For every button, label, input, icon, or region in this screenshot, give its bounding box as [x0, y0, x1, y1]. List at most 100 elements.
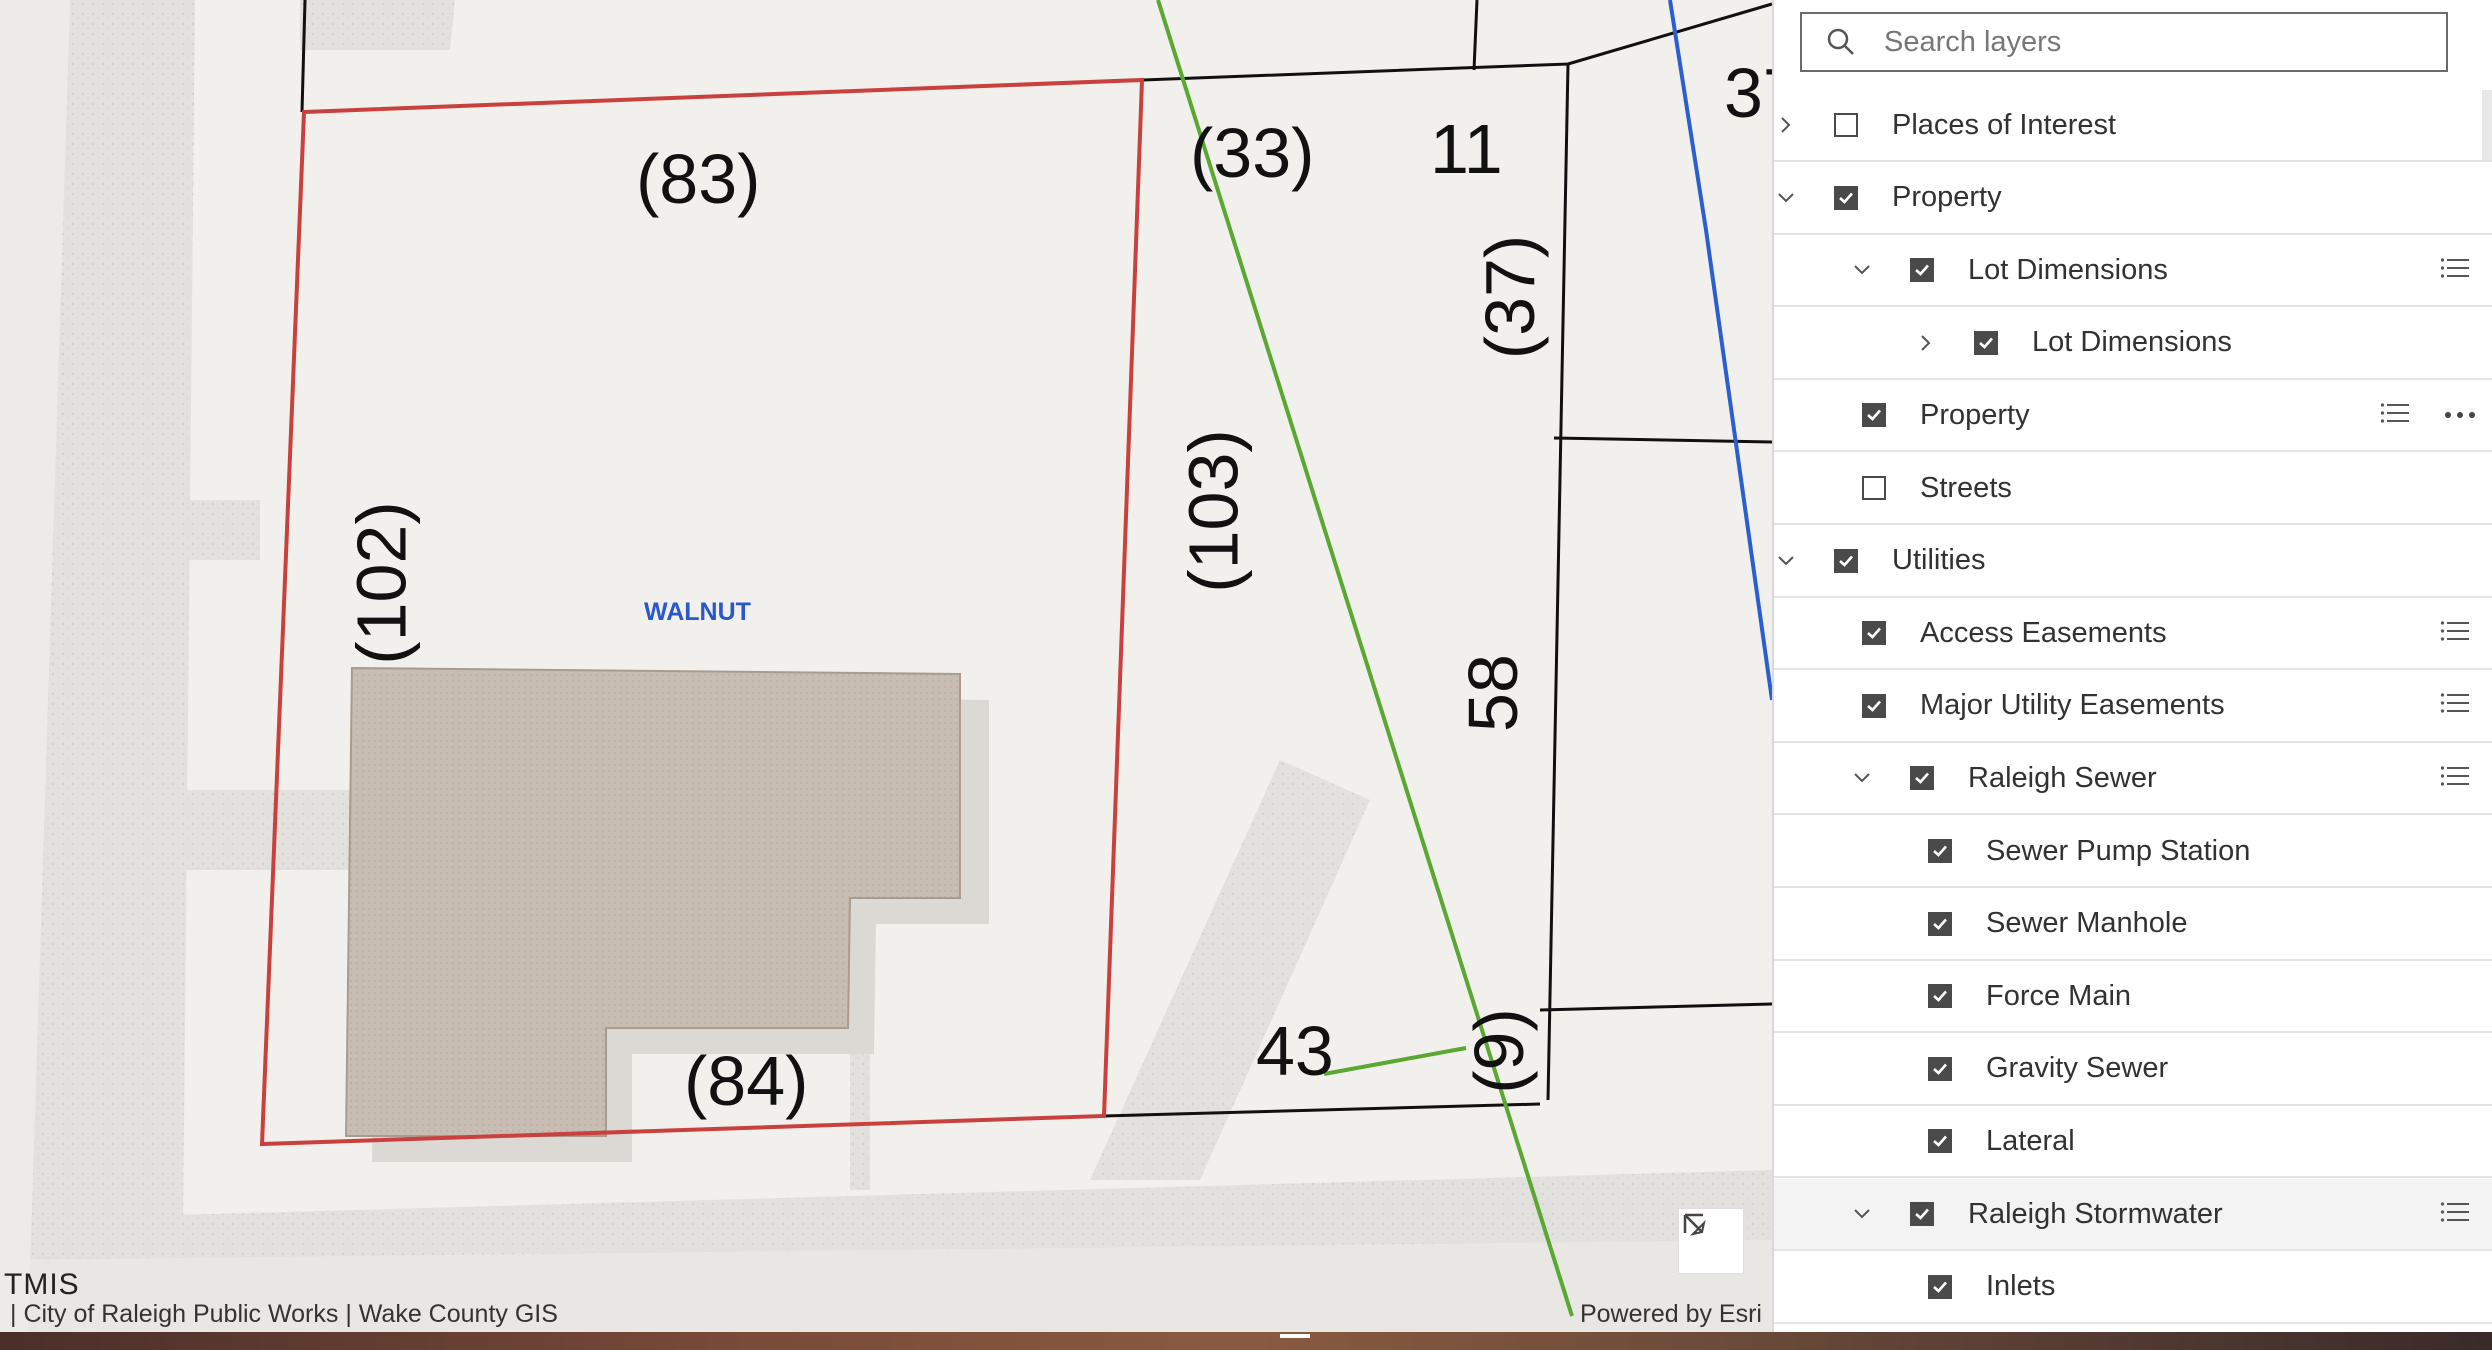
layer-name: Inlets [1986, 1270, 2056, 1303]
layer-row[interactable]: Gravity Sewer [1774, 1034, 2492, 1106]
layer-visibility-checkbox[interactable] [1928, 1274, 1952, 1299]
adjacent-dimension-bottom-right: (9) [1459, 1008, 1538, 1094]
layer-visibility-checkbox[interactable] [1928, 984, 1952, 1009]
chevron-down-icon[interactable] [1850, 1202, 1874, 1226]
check-icon [1915, 773, 1929, 785]
search-input[interactable] [1882, 24, 2406, 60]
layer-row[interactable]: Access Easements [1774, 598, 2492, 671]
layer-name: Major Utility Easements [1920, 689, 2225, 722]
legend-list-icon[interactable] [2440, 256, 2470, 285]
layer-visibility-checkbox[interactable] [1974, 330, 1998, 355]
search-icon [1827, 28, 1854, 55]
lot-dimension-bottom: (84) [684, 1042, 809, 1120]
adjacent-dimension-far-right: 37 [1724, 54, 1772, 132]
bottom-edge-bar [0, 1332, 2492, 1350]
layer-visibility-checkbox[interactable] [1834, 113, 1858, 137]
check-icon [1933, 918, 1947, 930]
layer-name: Utilities [1892, 544, 1986, 577]
layer-row[interactable]: Property [1774, 380, 2492, 453]
layer-row[interactable]: Major Utility Easements [1774, 671, 2492, 743]
check-icon [1933, 845, 1947, 857]
layer-visibility-checkbox[interactable] [1928, 1129, 1952, 1154]
cursor-arrow-icon [1683, 1213, 1706, 1236]
chevron-down-icon[interactable] [1850, 258, 1874, 282]
check-icon [1867, 700, 1881, 712]
layer-visibility-checkbox[interactable] [1862, 693, 1886, 718]
layer-actions [2440, 256, 2470, 285]
layer-visibility-checkbox[interactable] [1862, 403, 1886, 428]
adjacent-dimension-bottom: 43 [1256, 1012, 1334, 1090]
layer-visibility-checkbox[interactable] [1928, 911, 1952, 936]
legend-list-icon[interactable] [2440, 1200, 2470, 1229]
layer-actions [2440, 764, 2470, 793]
layer-visibility-checkbox[interactable] [1834, 548, 1858, 573]
lot-dimension-right: (103) [1174, 429, 1253, 593]
layer-visibility-checkbox[interactable] [1910, 258, 1934, 283]
check-icon [1979, 337, 1993, 349]
layer-visibility-checkbox[interactable] [1910, 1202, 1934, 1226]
layer-row[interactable]: Utilities [1774, 526, 2492, 598]
layer-row[interactable]: Lateral [1774, 1106, 2492, 1179]
legend-list-icon[interactable] [2440, 764, 2470, 793]
bottom-indicator [1280, 1334, 1310, 1338]
layer-row[interactable]: Lot Dimensions [1774, 235, 2492, 308]
layer-row[interactable]: Raleigh Stormwater [1774, 1179, 2492, 1251]
check-icon [1933, 990, 1947, 1003]
layer-visibility-checkbox[interactable] [1910, 766, 1934, 791]
layer-row[interactable]: Force Main [1774, 961, 2492, 1034]
chevron-down-icon[interactable] [1774, 186, 1798, 210]
more-options-icon[interactable] [2444, 406, 2476, 424]
layer-row[interactable]: Inlets [1774, 1252, 2492, 1324]
building-footprint[interactable] [344, 666, 989, 1162]
layer-visibility-checkbox[interactable] [1862, 621, 1886, 646]
layer-name: Raleigh Sewer [1968, 761, 2157, 794]
layer-row[interactable]: Raleigh Sewer [1774, 743, 2492, 816]
layer-row[interactable]: Streets [1774, 453, 2492, 525]
chevron-down-icon[interactable] [1850, 766, 1874, 790]
layer-name: Access Easements [1920, 616, 2167, 649]
adjacent-dimension-middle: 58 [1453, 654, 1532, 732]
layer-name: Lateral [1986, 1124, 2075, 1157]
navigation-button[interactable] [1678, 1208, 1744, 1274]
legend-list-icon[interactable] [2440, 691, 2470, 720]
layer-visibility-checkbox[interactable] [1834, 185, 1858, 210]
search-box[interactable] [1800, 12, 2448, 72]
layer-name: Force Main [1986, 979, 2132, 1012]
layer-name: Lot Dimensions [1968, 253, 2168, 286]
map-view[interactable]: (83) (102) (103) (84) (33) 11 (37) 58 43… [0, 0, 1772, 1332]
lot-dimension-left: (102) [342, 501, 421, 665]
chevron-down-icon[interactable] [1774, 549, 1798, 573]
powered-by-esri[interactable]: Powered by Esri [1580, 1300, 1762, 1329]
layer-visibility-checkbox[interactable] [1928, 839, 1952, 863]
check-icon [1933, 1136, 1947, 1148]
check-icon [1867, 410, 1881, 422]
adjacent-dimension-top-right: 11 [1430, 110, 1503, 188]
map-watermark: TMIS [4, 1268, 80, 1301]
layer-row[interactable]: Property [1774, 163, 2492, 235]
street-label: WALNUT [644, 598, 751, 626]
layer-name: Places of Interest [1892, 108, 2117, 141]
layer-visibility-checkbox[interactable] [1928, 1056, 1952, 1081]
layer-name: Streets [1920, 471, 2012, 504]
legend-list-icon[interactable] [2440, 619, 2470, 648]
layer-name: Property [1920, 398, 2030, 431]
layer-row[interactable]: Sewer Pump Station [1774, 816, 2492, 888]
map-attribution: | City of Raleigh Public Works | Wake Co… [10, 1300, 558, 1328]
layer-row[interactable]: Lot Dimensions [1774, 308, 2492, 380]
layer-name: Raleigh Stormwater [1968, 1197, 2223, 1230]
check-icon [1839, 555, 1853, 567]
check-icon [1915, 264, 1929, 277]
check-icon [1933, 1063, 1947, 1075]
layer-name: Sewer Pump Station [1986, 834, 2251, 867]
layer-actions [2440, 1200, 2470, 1229]
layer-visibility-checkbox[interactable] [1862, 476, 1886, 500]
adjacent-dimension-top: (33) [1190, 114, 1315, 192]
chevron-right-icon[interactable] [1914, 331, 1938, 355]
legend-list-icon[interactable] [2380, 401, 2410, 430]
layer-name: Sewer Manhole [1986, 907, 2188, 940]
layer-row[interactable]: Places of Interest [1774, 90, 2492, 162]
check-icon [1839, 192, 1853, 204]
layer-row[interactable]: Sewer Manhole [1774, 889, 2492, 961]
layer-actions [2380, 401, 2476, 430]
chevron-right-icon[interactable] [1774, 113, 1798, 137]
